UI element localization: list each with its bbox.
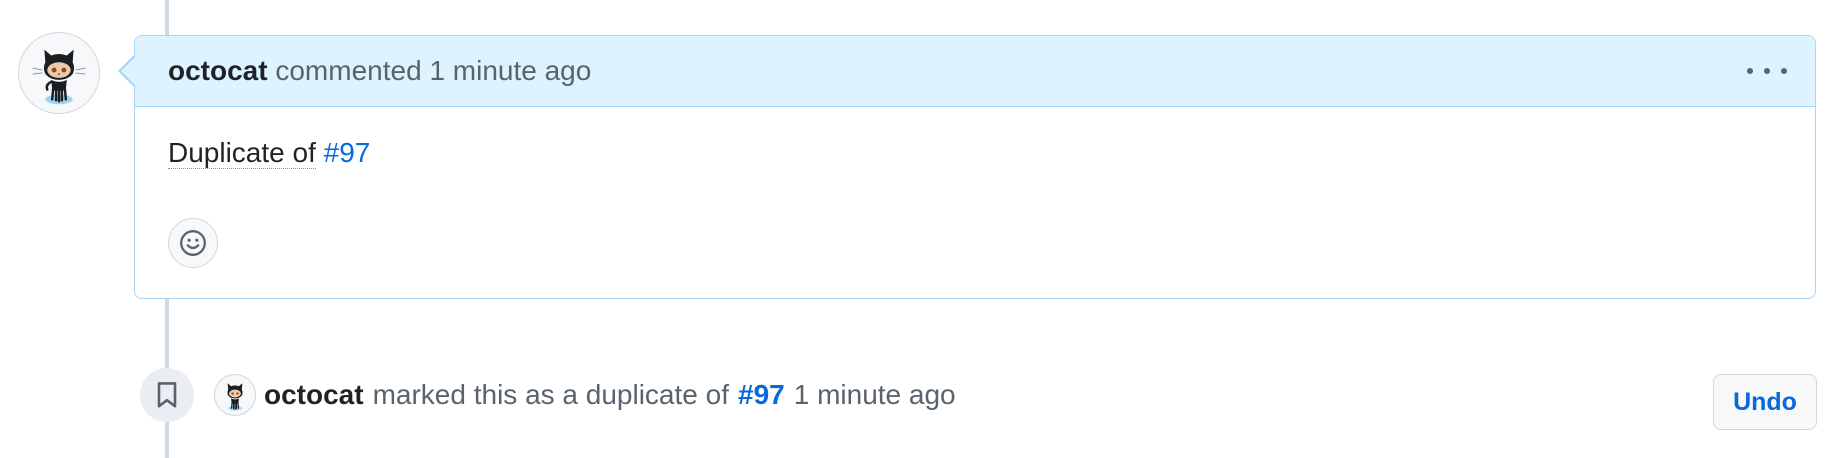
add-reaction-button[interactable] xyxy=(168,218,218,268)
timeline-line-middle xyxy=(165,299,169,368)
avatar[interactable] xyxy=(18,32,100,114)
comment-header: octocat commented 1 minute ago xyxy=(135,36,1815,107)
kebab-horizontal-icon[interactable] xyxy=(1747,58,1787,84)
event-issue-link[interactable]: #97 xyxy=(738,379,785,411)
undo-button[interactable]: Undo xyxy=(1713,374,1817,430)
event-badge xyxy=(140,368,194,422)
comment-pointer-fill xyxy=(121,57,135,85)
octocat-avatar-icon xyxy=(227,383,243,411)
comment-body: Duplicate of #97 xyxy=(135,107,1815,169)
event-action: marked this as a duplicate of xyxy=(372,379,729,410)
event-timestamp[interactable]: 1 minute ago xyxy=(794,379,956,411)
comment-box: octocat commented 1 minute ago Duplicate… xyxy=(134,35,1816,299)
event-avatar[interactable] xyxy=(214,374,256,416)
comment-author[interactable]: octocat xyxy=(168,55,268,87)
comment-timestamp[interactable]: 1 minute ago xyxy=(429,55,591,87)
duplicate-event: octocat marked this as a duplicate of #9… xyxy=(214,372,956,418)
comment-action: commented xyxy=(275,55,422,86)
timeline-line-top xyxy=(165,0,169,35)
event-author[interactable]: octocat xyxy=(264,379,364,411)
issue-link[interactable]: #97 xyxy=(324,137,371,168)
duplicate-of-text: Duplicate of xyxy=(168,137,316,169)
bookmark-icon xyxy=(157,382,177,408)
smiley-icon xyxy=(180,230,206,256)
octocat-avatar-icon xyxy=(32,49,86,105)
timeline-line-bottom xyxy=(165,422,169,458)
